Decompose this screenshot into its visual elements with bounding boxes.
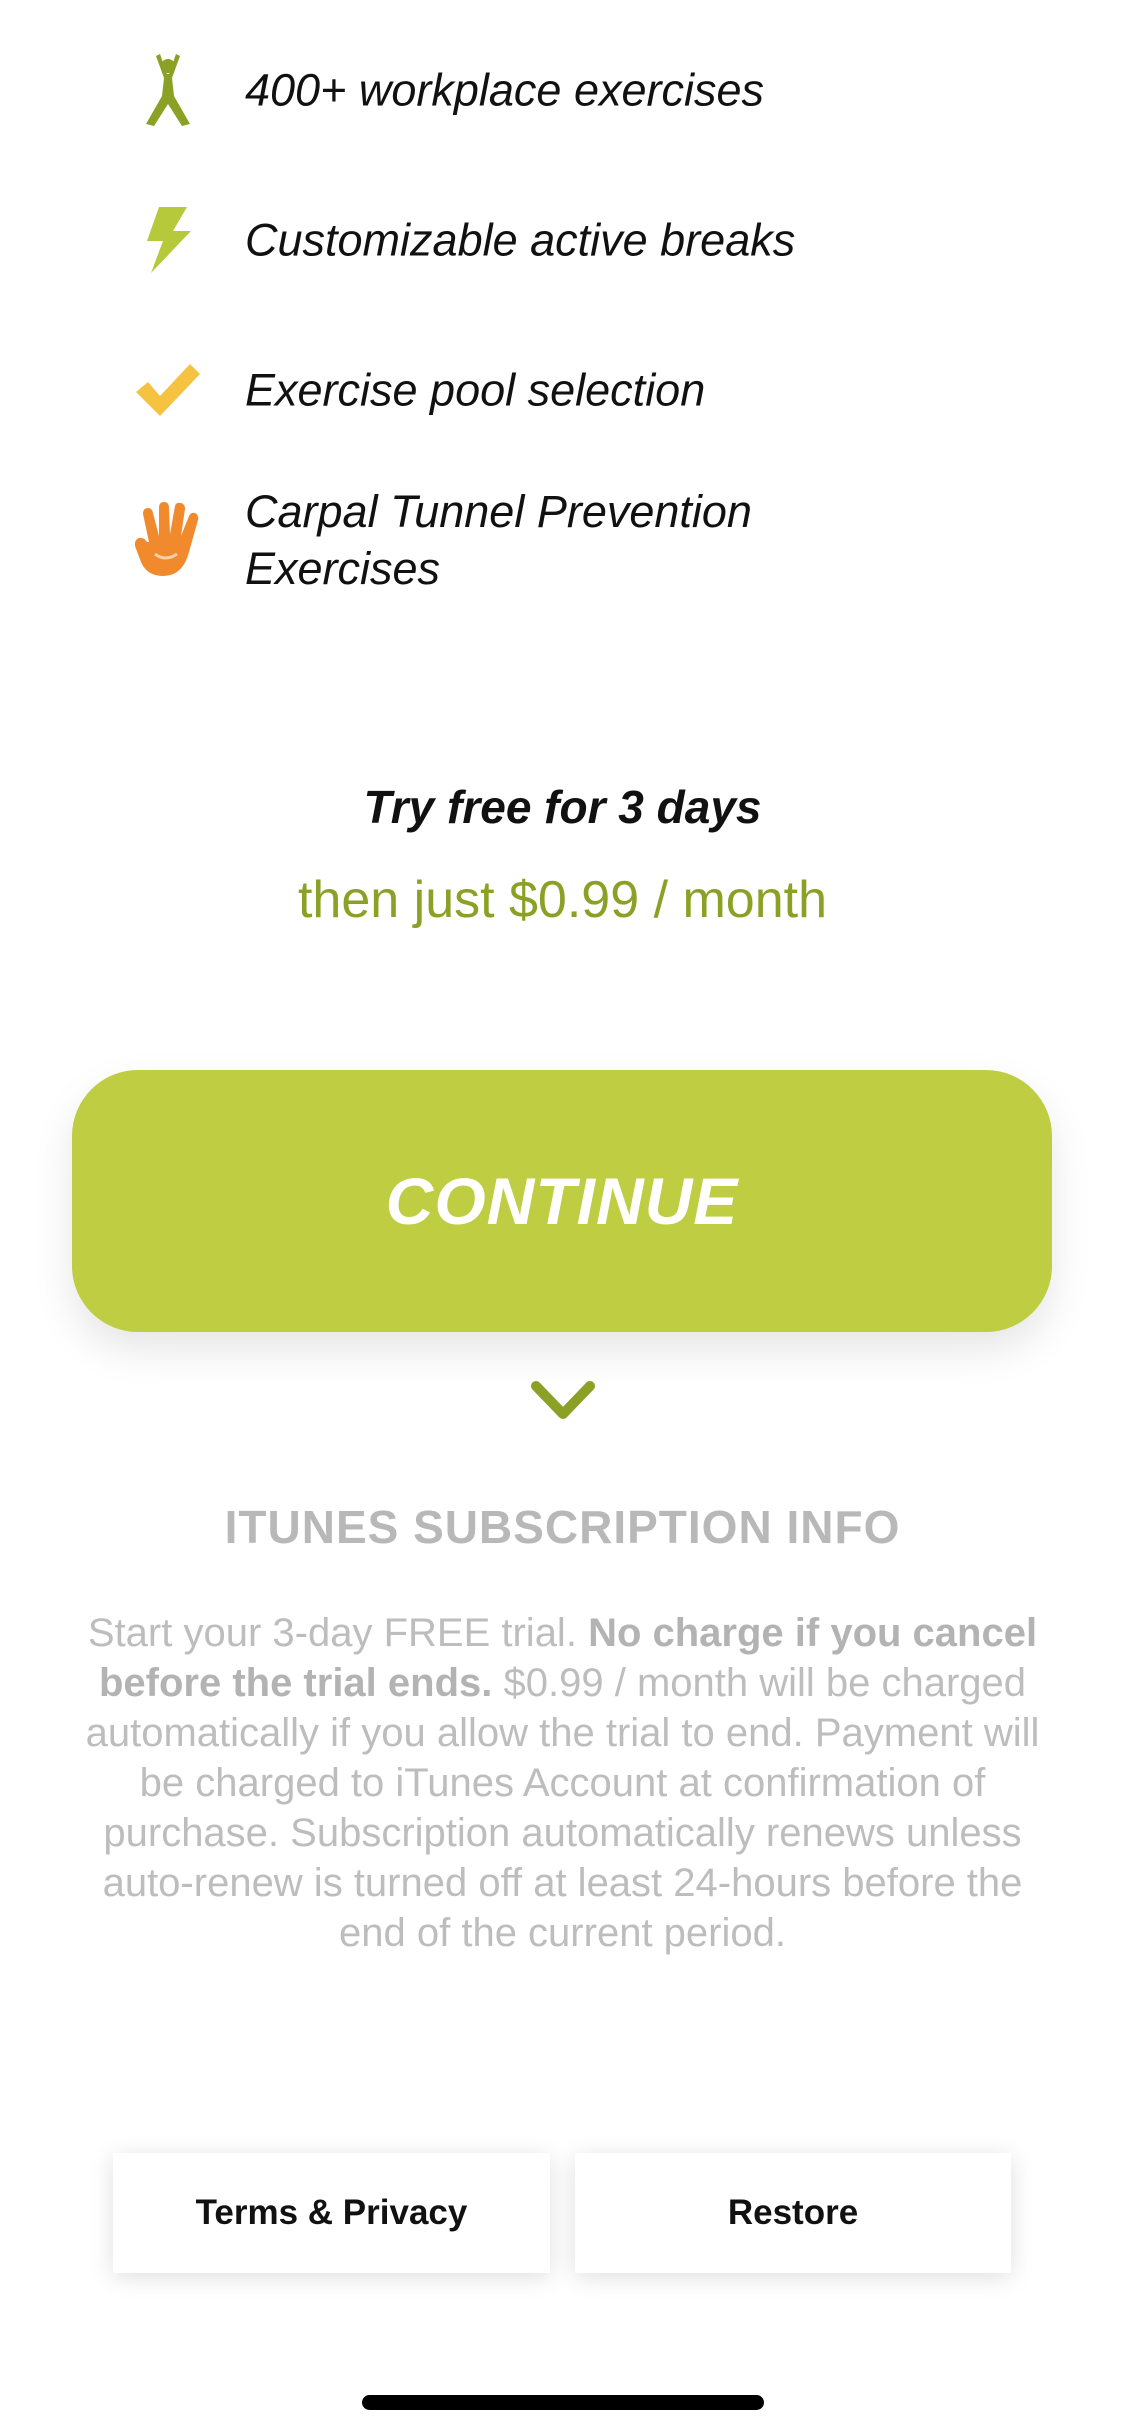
continue-button[interactable]: CONTINUE <box>72 1070 1052 1332</box>
lightning-bolt-icon <box>130 202 206 278</box>
subscription-info-text: Start your 3-day FREE trial. No charge i… <box>85 1608 1040 1958</box>
restore-button[interactable]: Restore <box>575 2153 1011 2273</box>
home-indicator <box>362 2395 764 2410</box>
terms-privacy-button[interactable]: Terms & Privacy <box>113 2153 550 2273</box>
checkmark-icon <box>130 352 206 428</box>
feature-label: Customizable active breaks <box>245 214 796 266</box>
subscription-info-title: ITUNES SUBSCRIPTION INFO <box>224 1501 901 1553</box>
feature-row-breaks: Customizable active breaks <box>0 200 1125 280</box>
feature-row-carpal: Carpal Tunnel Prevention Exercises <box>0 485 1125 595</box>
info-text-start: Start your 3-day FREE trial. <box>87 1611 577 1655</box>
chevron-down-icon[interactable] <box>530 1380 596 1424</box>
feature-label: 400+ workplace exercises <box>245 64 765 116</box>
raised-hand-icon <box>130 502 206 578</box>
info-text-rest: $0.99 / month will be charged automatica… <box>85 1661 1040 1955</box>
feature-label: Carpal Tunnel Prevention Exercises <box>245 486 752 594</box>
trial-title: Try free for 3 days <box>363 781 762 833</box>
feature-row-pool: Exercise pool selection <box>0 350 1125 430</box>
feature-row-exercises: 400+ workplace exercises <box>0 50 1125 130</box>
paywall-screen: 400+ workplace exercises Customizable ac… <box>0 0 1125 2436</box>
feature-label: Exercise pool selection <box>245 364 706 416</box>
person-exercise-icon <box>130 52 206 128</box>
trial-price: then just $0.99 / month <box>297 871 827 929</box>
